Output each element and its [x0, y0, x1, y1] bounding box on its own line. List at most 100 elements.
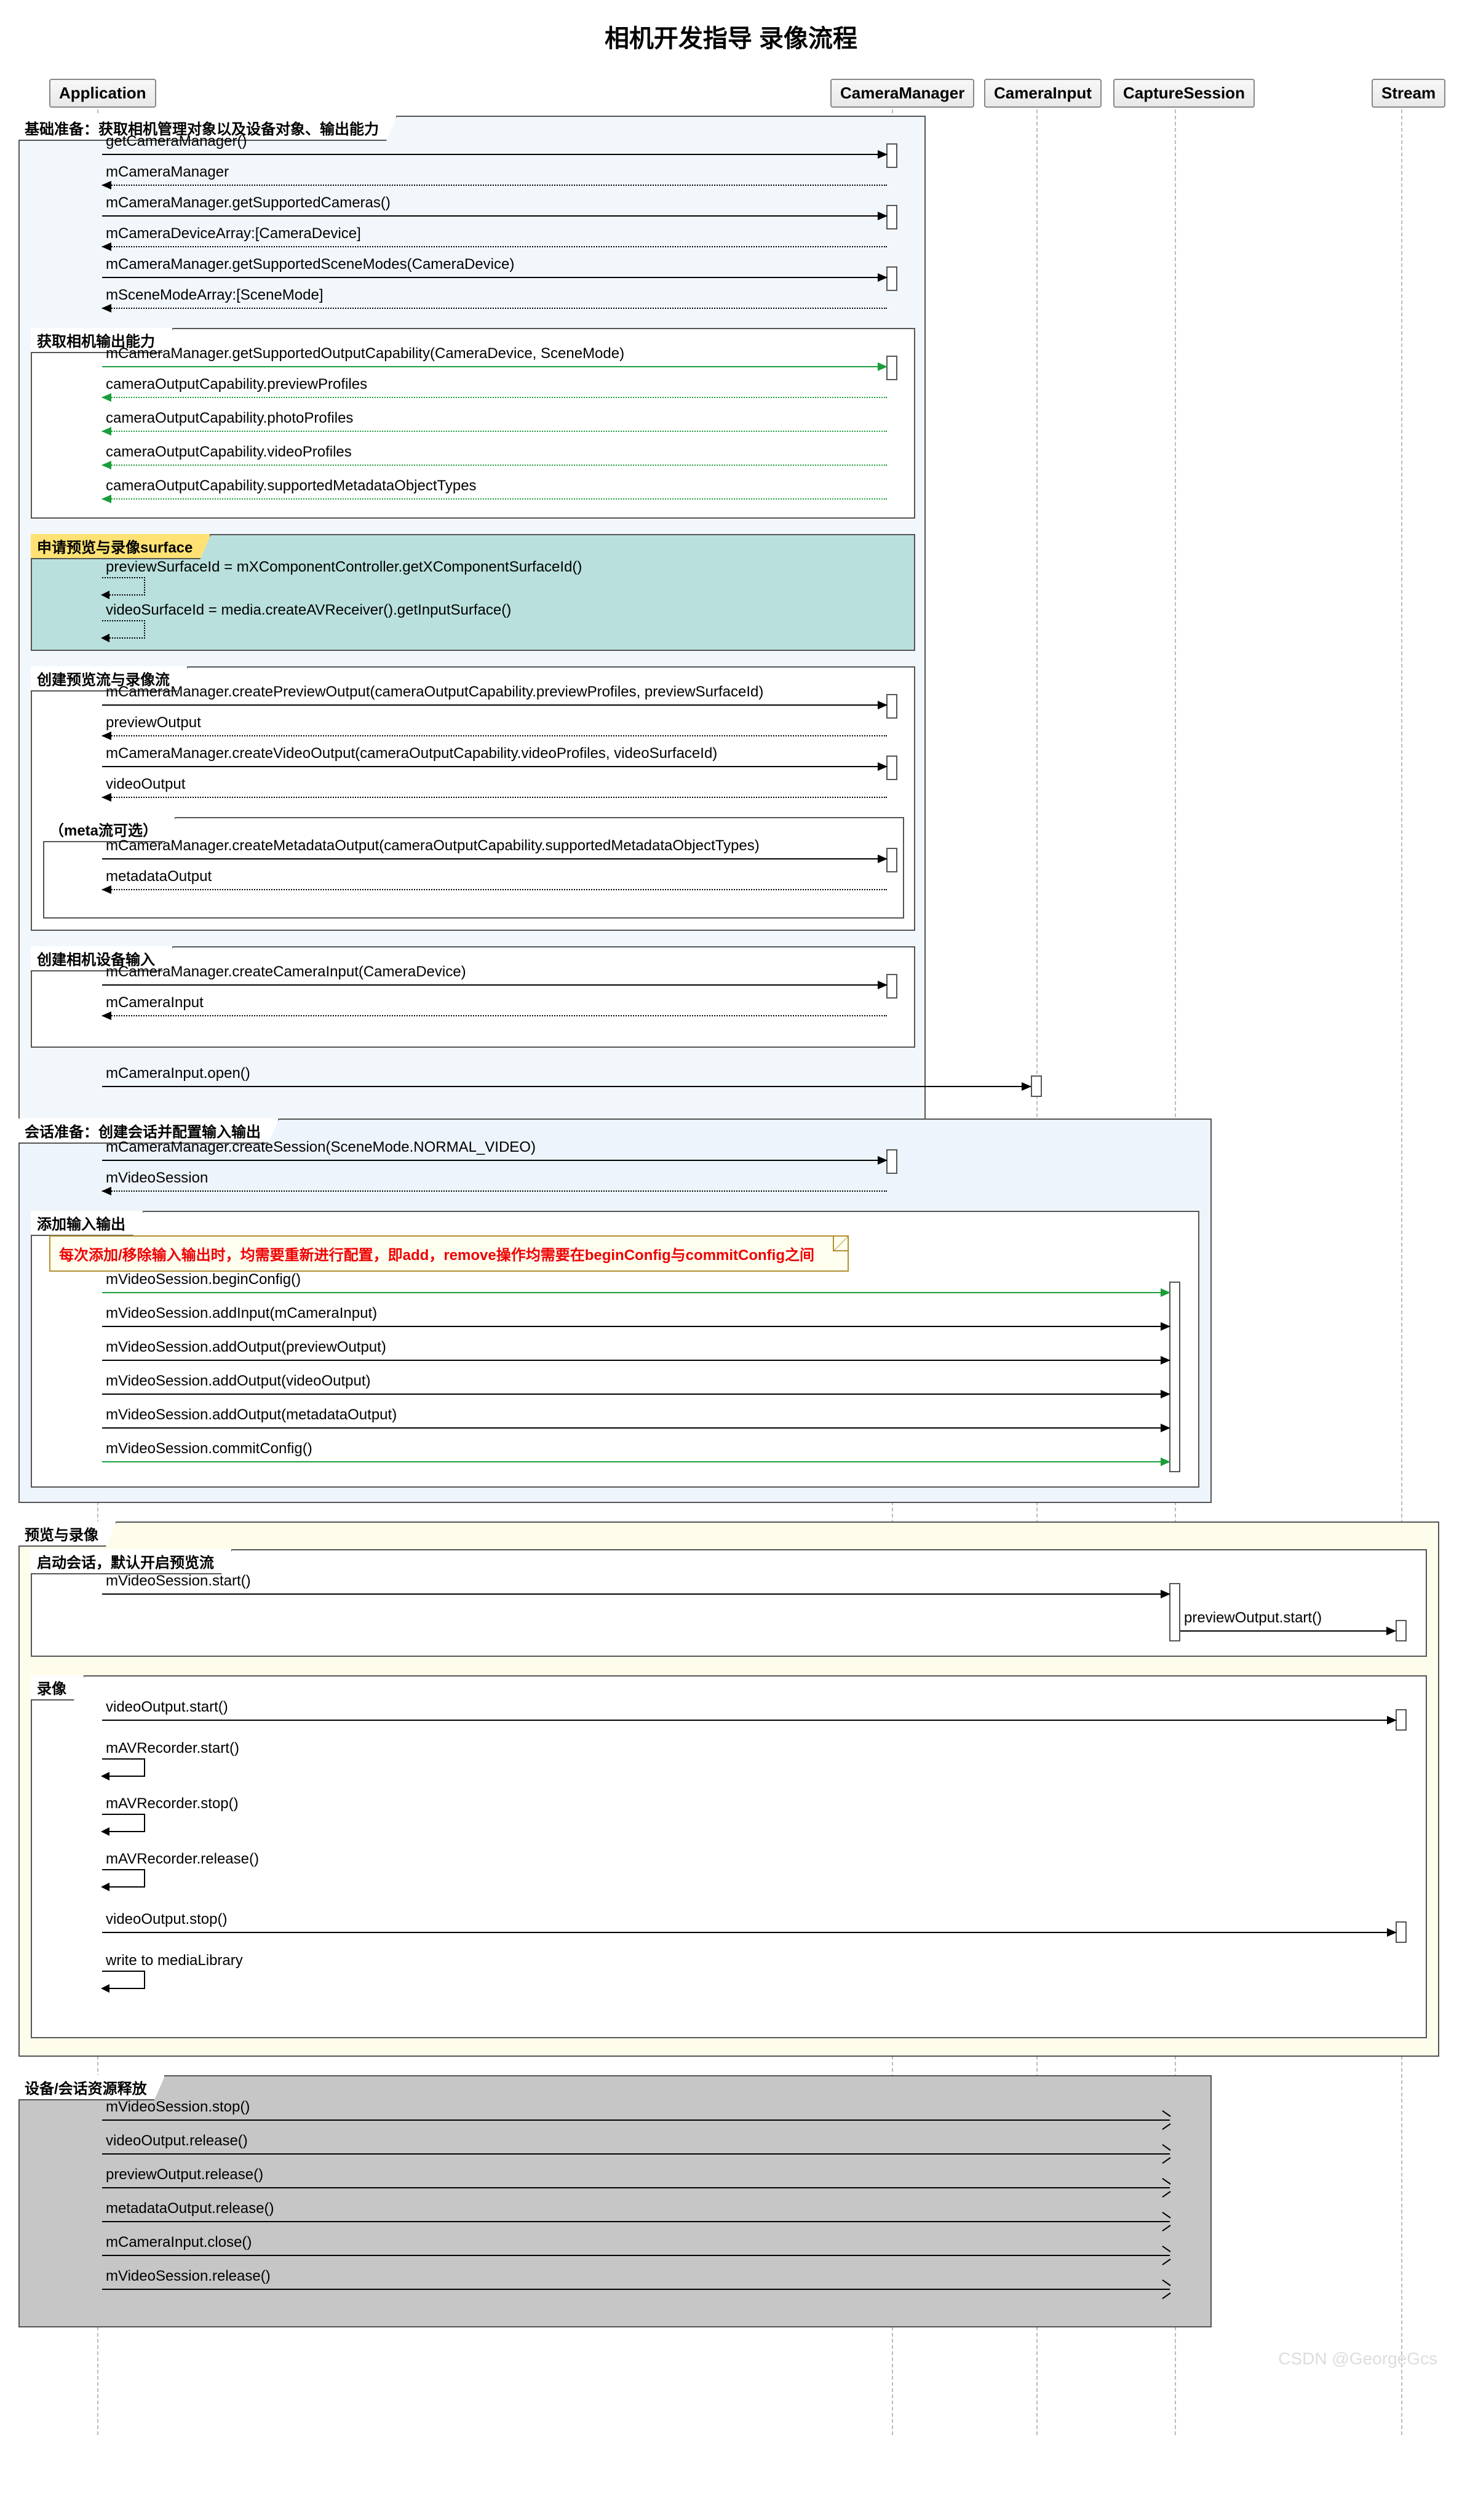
- message-label: write to mediaLibrary: [102, 1952, 243, 1969]
- message-label: mSceneModeArray:[SceneMode]: [106, 287, 324, 304]
- message-label: videoOutput.release(): [106, 2132, 248, 2150]
- message: mVideoSession.addInput(mCameraInput): [102, 1306, 1170, 1333]
- participant-camerainput: CameraInput: [984, 79, 1102, 108]
- message: mCameraManager.getSupportedCameras(): [102, 196, 887, 223]
- frame-label: 录像: [31, 1675, 85, 1701]
- message: previewOutput: [102, 716, 887, 743]
- participant-capturesession: CaptureSession: [1113, 79, 1255, 108]
- frame-label: 预览与录像: [18, 1521, 117, 1547]
- message: mVideoSession.addOutput(previewOutput): [102, 1340, 1170, 1367]
- message: mVideoSession.beginConfig(): [102, 1272, 1170, 1299]
- message: cameraOutputCapability.videoProfiles: [102, 445, 887, 472]
- activation: [886, 756, 897, 780]
- message: videoOutput.start(): [102, 1700, 1396, 1727]
- message-label: mCameraManager.createMetadataOutput(came…: [106, 837, 760, 855]
- message: mVideoSession.stop(): [102, 2100, 1170, 2127]
- message: mVideoSession.addOutput(metadataOutput): [102, 1408, 1170, 1435]
- message: metadataOutput.release(): [102, 2201, 1170, 2228]
- note: 每次添加/移除输入输出时，均需要重新进行配置，即add，remove操作均需要在…: [49, 1235, 849, 1272]
- message-label: mCameraManager.createCameraInput(CameraD…: [106, 963, 466, 981]
- frame-label: 设备/会话资源释放: [18, 2075, 165, 2100]
- participant-stream: Stream: [1372, 79, 1445, 108]
- self-message: previewSurfaceId = mXComponentController…: [102, 559, 582, 596]
- message-label: mCameraManager.createPreviewOutput(camer…: [106, 684, 763, 701]
- message-label: mCameraInput.open(): [106, 1065, 250, 1082]
- message-label: mVideoSession.addOutput(previewOutput): [106, 1339, 386, 1356]
- message-label: mAVRecorder.start(): [102, 1740, 239, 1757]
- self-message: videoSurfaceId = media.createAVReceiver(…: [102, 602, 511, 639]
- sequence-body: 基础准备：获取相机管理对象以及设备对象、输出能力 getCameraManage…: [12, 110, 1450, 2435]
- message: cameraOutputCapability.supportedMetadata…: [102, 479, 887, 506]
- message-label: videoOutput: [106, 776, 185, 793]
- participant-cameramanager: CameraManager: [830, 79, 974, 108]
- message: mCameraManager.createMetadataOutput(came…: [102, 839, 887, 866]
- message: getCameraManager(): [102, 134, 887, 161]
- activation: [886, 694, 897, 719]
- message: mVideoSession.commitConfig(): [102, 1441, 1170, 1469]
- message-label: mVideoSession: [106, 1170, 208, 1187]
- message-label: cameraOutputCapability.videoProfiles: [106, 444, 352, 461]
- message-label: metadataOutput.release(): [106, 2200, 274, 2217]
- message-label: cameraOutputCapability.photoProfiles: [106, 410, 353, 427]
- activation: [886, 143, 897, 168]
- activation: [1396, 1709, 1407, 1731]
- message-label: previewOutput.start(): [1184, 1609, 1322, 1627]
- message: videoOutput.stop(): [102, 1912, 1396, 1939]
- activation: [886, 266, 897, 291]
- message: mCameraManager.createSession(SceneMode.N…: [102, 1140, 887, 1167]
- message: videoOutput.release(): [102, 2134, 1170, 2161]
- message: mCameraManager.createPreviewOutput(camer…: [102, 685, 887, 712]
- message-label: previewOutput: [106, 714, 201, 732]
- message: mCameraManager.createVideoOutput(cameraO…: [102, 746, 887, 773]
- message-label: cameraOutputCapability.supportedMetadata…: [106, 477, 477, 495]
- self-message: write to mediaLibrary: [102, 1952, 243, 1989]
- message-label: mVideoSession.beginConfig(): [106, 1271, 301, 1288]
- message-label: mCameraManager.getSupportedCameras(): [106, 194, 391, 212]
- message-label: previewOutput.release(): [106, 2166, 263, 2183]
- message-label: mVideoSession.addOutput(videoOutput): [106, 1373, 371, 1390]
- message: metadataOutput: [102, 869, 887, 896]
- message-label: mVideoSession.addOutput(metadataOutput): [106, 1406, 397, 1424]
- message: mCameraDeviceArray:[CameraDevice]: [102, 226, 887, 253]
- message: mCameraInput.close(): [102, 2235, 1170, 2262]
- message-label: mCameraManager.createVideoOutput(cameraO…: [106, 745, 717, 762]
- lifeline-st: [1401, 110, 1402, 2435]
- message-label: getCameraManager(): [106, 133, 247, 150]
- message: mVideoSession.addOutput(videoOutput): [102, 1374, 1170, 1401]
- activation: [886, 1149, 897, 1174]
- message: mCameraInput.open(): [102, 1066, 1031, 1093]
- message: mVideoSession: [102, 1171, 887, 1198]
- activation: [886, 205, 897, 229]
- message-label: mVideoSession.start(): [106, 1573, 251, 1590]
- self-message: mAVRecorder.start(): [102, 1740, 239, 1777]
- message: mCameraInput: [102, 995, 887, 1023]
- activation: [1169, 1282, 1180, 1472]
- activation: [886, 848, 897, 872]
- frame-label: 添加输入输出: [31, 1211, 144, 1236]
- self-message: mAVRecorder.release(): [102, 1851, 259, 1888]
- message-label: mVideoSession.stop(): [106, 2099, 250, 2116]
- message-label: mCameraInput: [106, 994, 204, 1011]
- activation: [886, 974, 897, 999]
- message-label: cameraOutputCapability.previewProfiles: [106, 376, 367, 393]
- frame-label: 申请预览与录像surface: [31, 534, 211, 559]
- activation: [1169, 1583, 1180, 1641]
- message: cameraOutputCapability.previewProfiles: [102, 377, 887, 404]
- frame-label: 启动会话，默认开启预览流: [31, 1549, 232, 1574]
- participant-row: Application CameraManager CameraInput Ca…: [12, 79, 1450, 103]
- message: cameraOutputCapability.photoProfiles: [102, 411, 887, 438]
- message-label: videoOutput.start(): [106, 1699, 228, 1716]
- message-label: mCameraManager.createSession(SceneMode.N…: [106, 1139, 536, 1156]
- message-label: mCameraManager.getSupportedSceneModes(Ca…: [106, 256, 514, 273]
- message: previewOutput.release(): [102, 2167, 1170, 2195]
- message-label: mCameraInput.close(): [106, 2234, 252, 2251]
- message: previewOutput.start(): [1180, 1611, 1396, 1638]
- message-label: mCameraManager.getSupportedOutputCapabil…: [106, 345, 624, 362]
- message-label: mAVRecorder.stop(): [102, 1795, 239, 1812]
- message: videoOutput: [102, 777, 887, 804]
- message-label: mVideoSession.commitConfig(): [106, 1440, 312, 1457]
- activation: [1396, 1921, 1407, 1943]
- message-label: mVideoSession.release(): [106, 2268, 271, 2285]
- message: mCameraManager.getSupportedSceneModes(Ca…: [102, 257, 887, 284]
- message: mSceneModeArray:[SceneMode]: [102, 288, 887, 315]
